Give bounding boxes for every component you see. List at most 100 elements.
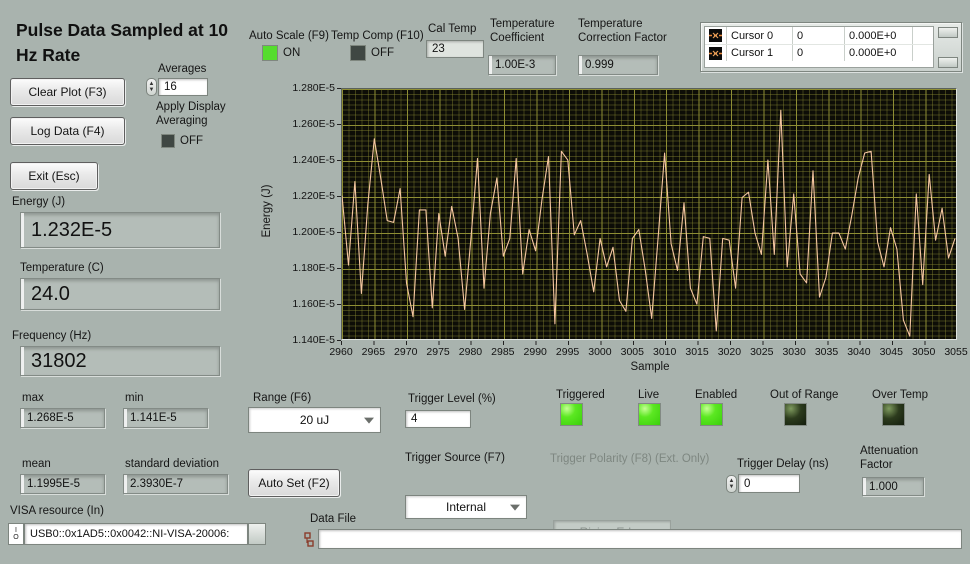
min-label: min xyxy=(125,392,144,404)
exit-button[interactable]: Exit (Esc) xyxy=(10,162,98,190)
trigger-delay-input[interactable]: 0 xyxy=(738,474,800,493)
range-dropdown[interactable]: 20 uJ xyxy=(248,407,381,433)
std-label: standard deviation xyxy=(125,458,219,470)
x-tick-label: 3030 xyxy=(776,346,812,358)
cursor-name: Cursor 0 xyxy=(727,27,793,44)
cursor-scroll-down-button[interactable] xyxy=(938,57,958,68)
visa-io-icon: IO xyxy=(8,523,24,545)
spinner-down-icon[interactable]: ▼ xyxy=(729,484,735,490)
temp-coefficient-value: 1.00E-3 xyxy=(488,55,556,75)
apply-display-averaging-led[interactable] xyxy=(161,134,175,148)
trigger-delay-label: Trigger Delay (ns) xyxy=(737,458,829,470)
auto-set-button[interactable]: Auto Set (F2) xyxy=(248,469,340,497)
out-of-range-label: Out of Range xyxy=(770,389,838,401)
energy-trace xyxy=(342,110,955,336)
path-glyph-icon xyxy=(303,531,317,549)
max-label: max xyxy=(22,392,44,404)
x-tick-label: 2970 xyxy=(388,346,424,358)
y-tick-label: 1.260E-5 xyxy=(273,118,335,130)
auto-scale-label: Auto Scale (F9) xyxy=(249,30,329,42)
over-temp-led xyxy=(882,403,905,426)
temperature-value: 24.0 xyxy=(20,278,220,310)
y-tick-label: 1.220E-5 xyxy=(273,190,335,202)
dropdown-arrow-icon xyxy=(364,418,374,424)
y-tick-label: 1.200E-5 xyxy=(273,226,335,238)
cursor-row-1[interactable]: Cursor 1 0 0.000E+0 xyxy=(705,44,933,61)
auto-scale-state: ON xyxy=(283,47,300,59)
x-tick-label: 2960 xyxy=(323,346,359,358)
clear-plot-button[interactable]: Clear Plot (F3) xyxy=(10,78,125,106)
trigger-delay-spinner[interactable]: ▲ ▼ xyxy=(726,475,737,493)
y-tick-label: 1.280E-5 xyxy=(273,82,335,94)
log-data-button[interactable]: Log Data (F4) xyxy=(10,117,125,145)
averages-input[interactable]: 16 xyxy=(158,78,208,96)
triggered-label: Triggered xyxy=(556,389,605,401)
dropdown-arrow-icon xyxy=(510,505,520,511)
frequency-label: Frequency (Hz) xyxy=(12,330,91,342)
data-file-input[interactable] xyxy=(318,529,962,549)
range-label: Range (F6) xyxy=(253,392,311,404)
mean-label: mean xyxy=(22,458,51,470)
apply-display-averaging-state: OFF xyxy=(180,135,203,147)
y-tick-label: 1.180E-5 xyxy=(273,262,335,274)
cursor-y-value: 0.000E+0 xyxy=(845,45,913,61)
trigger-source-value: Internal xyxy=(446,500,486,514)
cal-temp-input[interactable]: 23 xyxy=(426,40,484,58)
cursor-table: Cursor 0 0 0.000E+0 Cursor 1 0 0.000E+0 xyxy=(704,26,934,68)
frequency-value: 31802 xyxy=(20,346,220,376)
live-led xyxy=(638,403,661,426)
enabled-led xyxy=(700,403,723,426)
visa-resource-input[interactable]: USB0::0x1AD5::0x0042::NI-VISA-20006: xyxy=(24,523,248,545)
x-tick-label: 3015 xyxy=(679,346,715,358)
apply-display-averaging-label: Apply Display Averaging xyxy=(156,100,256,129)
front-panel: Pulse Data Sampled at 10 Hz Rate Clear P… xyxy=(0,0,970,564)
x-tick-label: 2980 xyxy=(452,346,488,358)
x-tick-label: 2975 xyxy=(420,346,456,358)
cursor-name: Cursor 1 xyxy=(727,45,793,61)
out-of-range-led xyxy=(784,403,807,426)
x-axis-title: Sample xyxy=(620,361,680,373)
x-tick-label: 2985 xyxy=(485,346,521,358)
x-tick-label: 3025 xyxy=(744,346,780,358)
attenuation-label: Attenuation Factor xyxy=(860,444,940,473)
trigger-polarity-label: Trigger Polarity (F8) (Ext. Only) xyxy=(550,453,709,465)
cursor-legend-panel: Cursor 0 0 0.000E+0 Cursor 1 0 0.000E+0 xyxy=(700,22,962,72)
temp-correction-label: Temperature Correction Factor xyxy=(578,17,688,46)
data-file-label: Data File xyxy=(310,513,356,525)
cursor-row-0[interactable]: Cursor 0 0 0.000E+0 xyxy=(705,27,933,44)
max-value: 1.268E-5 xyxy=(20,408,105,428)
trigger-level-label: Trigger Level (%) xyxy=(408,393,496,405)
temp-comp-led[interactable] xyxy=(350,45,366,61)
spinner-down-icon[interactable]: ▼ xyxy=(149,87,155,93)
visa-resource-label: VISA resource (In) xyxy=(10,505,104,517)
cursor-crosshair-icon xyxy=(709,47,722,60)
cursor-x-value: 0 xyxy=(793,27,845,44)
mean-value: 1.1995E-5 xyxy=(20,474,105,494)
x-tick-label: 2995 xyxy=(550,346,586,358)
temp-correction-value: 0.999 xyxy=(578,55,658,75)
auto-scale-led[interactable] xyxy=(262,45,278,61)
cursor-scroll-up-button[interactable] xyxy=(938,27,958,38)
x-tick-label: 3010 xyxy=(647,346,683,358)
energy-label: Energy (J) xyxy=(12,196,65,208)
x-tick-label: 2965 xyxy=(355,346,391,358)
x-tick-label: 3035 xyxy=(809,346,845,358)
min-value: 1.141E-5 xyxy=(123,408,208,428)
cursor-x-value: 0 xyxy=(793,45,845,61)
chart-plot-area[interactable] xyxy=(341,88,957,340)
x-tick-label: 3040 xyxy=(841,346,877,358)
trigger-source-dropdown[interactable]: Internal xyxy=(405,495,527,519)
trigger-level-input[interactable]: 4 xyxy=(405,410,471,428)
averages-spinner[interactable]: ▲ ▼ xyxy=(146,78,157,96)
std-value: 2.3930E-7 xyxy=(123,474,228,494)
visa-browse-button[interactable] xyxy=(248,523,266,545)
energy-value: 1.232E-5 xyxy=(20,212,220,248)
over-temp-label: Over Temp xyxy=(872,389,928,401)
temp-comp-label: Temp Comp (F10) xyxy=(331,30,424,42)
y-axis-title: Energy (J) xyxy=(261,176,273,246)
cal-temp-label: Cal Temp xyxy=(428,23,476,35)
temp-comp-state: OFF xyxy=(371,47,394,59)
attenuation-value: 1.000 xyxy=(862,477,924,496)
triggered-led xyxy=(560,403,583,426)
x-tick-label: 2990 xyxy=(517,346,553,358)
